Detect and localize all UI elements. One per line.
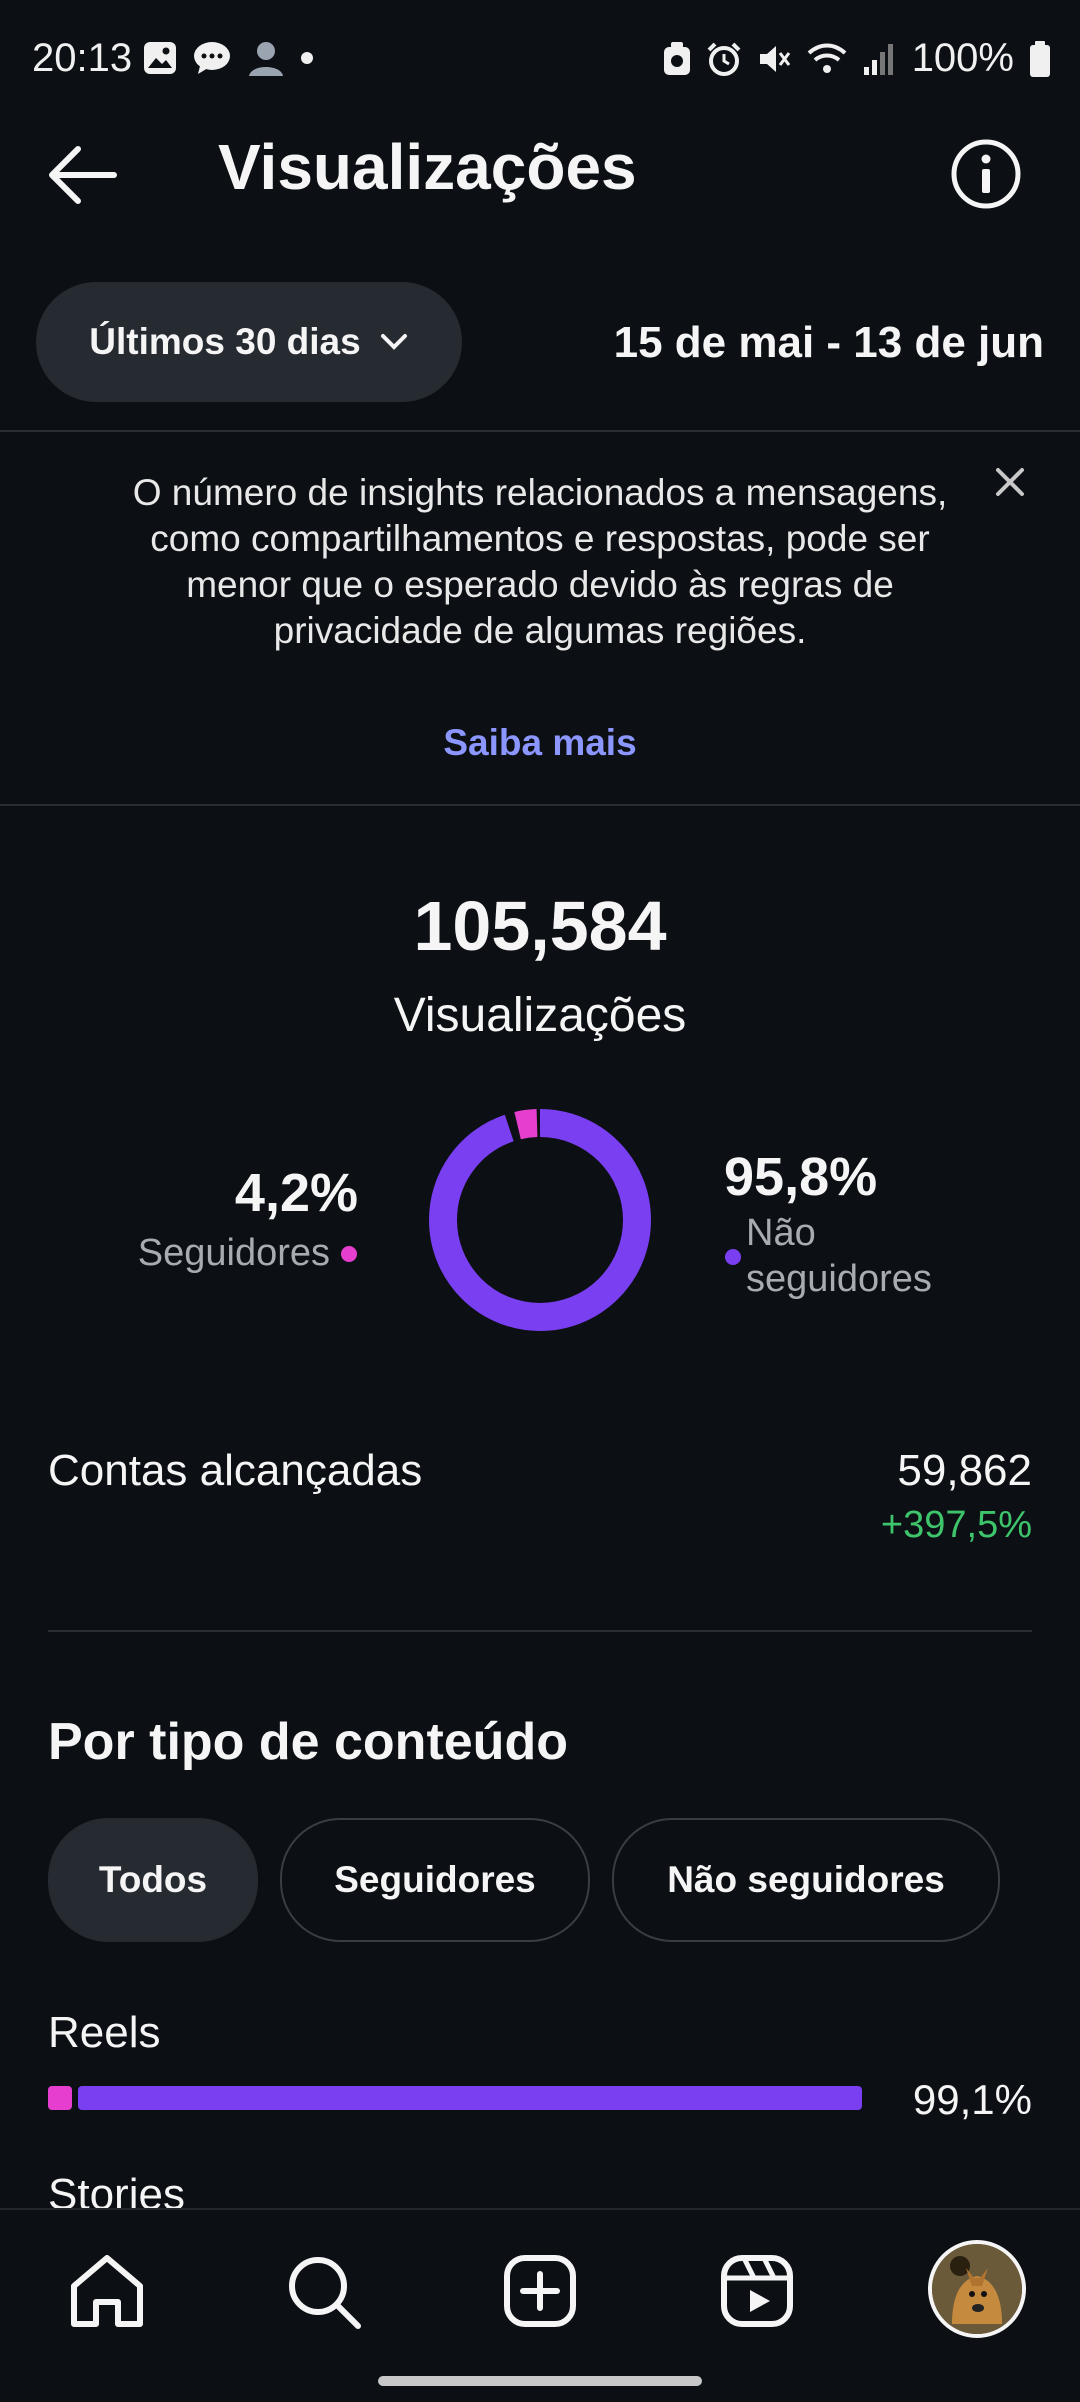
back-button[interactable] (44, 140, 124, 210)
chip-all[interactable]: Todos (48, 1818, 258, 1942)
status-time: 20:13 (32, 36, 133, 80)
reels-icon (721, 2255, 793, 2327)
signal-icon (863, 43, 893, 75)
content-type-title: Por tipo de conteúdo (48, 1713, 568, 1771)
divider (0, 430, 1080, 432)
wifi-icon (807, 43, 847, 73)
create-icon (504, 2255, 576, 2327)
nav-home[interactable] (62, 2246, 152, 2336)
learn-more-link[interactable]: Saiba mais (443, 722, 636, 763)
bottom-nav (0, 2208, 1080, 2402)
chat-notification-icon (194, 42, 230, 74)
accounts-reached-change: +397,5% (880, 1504, 1032, 1546)
back-arrow-icon (49, 146, 117, 204)
more-notifications-dot-icon (301, 52, 313, 64)
followers-breakdown: 4,2% (235, 1162, 358, 1224)
non-followers-label-line-2: seguidores (746, 1258, 932, 1300)
date-range-label: Últimos 30 dias (89, 321, 361, 362)
chip-non-followers[interactable]: Não seguidores (612, 1818, 1000, 1942)
status-right: 100% (662, 36, 1052, 81)
nav-profile[interactable] (928, 2240, 1026, 2338)
chevron-down-icon (380, 334, 407, 350)
divider (48, 1630, 1032, 1632)
battery-saver-icon (663, 41, 690, 75)
reels-label: Reels (48, 2008, 161, 2057)
reels-bar-non-followers (78, 2086, 862, 2110)
info-button[interactable] (948, 136, 1024, 212)
date-range-dropdown[interactable]: Últimos 30 dias (36, 282, 462, 402)
nav-reels[interactable] (712, 2246, 802, 2336)
non-followers-dot-icon (725, 1249, 741, 1265)
notification-icons (142, 38, 314, 78)
home-icon (71, 2255, 143, 2327)
followers-pct: 4,2% (234, 1163, 358, 1223)
followers-dot-icon (341, 1245, 357, 1262)
non-followers-label-line-1: Não (746, 1212, 816, 1254)
nav-create[interactable] (495, 2246, 585, 2336)
status-bar: 20:13 100% (0, 0, 1080, 120)
contact-notification-icon (249, 42, 283, 76)
page-title: Visualizações (218, 131, 637, 203)
accounts-reached-value: 59,862 (897, 1446, 1032, 1495)
date-range-text: 15 de mai - 13 de jun (613, 318, 1044, 367)
non-followers-label: Não seguidores (746, 1210, 932, 1302)
close-notice-button[interactable] (990, 462, 1030, 502)
nav-search[interactable] (278, 2246, 368, 2336)
privacy-notice-text: O número de insights relacionados a mens… (132, 472, 948, 651)
battery-icon (1030, 40, 1050, 77)
followers-legend: Seguidores (138, 1232, 358, 1275)
divider (0, 804, 1080, 806)
followers-label: Seguidores (137, 1232, 330, 1274)
gallery-notification-icon (144, 42, 176, 74)
chip-followers[interactable]: Seguidores (280, 1818, 590, 1942)
learn-more-link-wrap: Saiba mais (0, 722, 1080, 764)
home-indicator (378, 2376, 702, 2386)
accounts-reached-label: Contas alcançadas (48, 1446, 423, 1495)
total-views-label: Visualizações (393, 989, 687, 1042)
close-icon (996, 468, 1024, 496)
views-donut-chart (429, 1109, 651, 1331)
profile-avatar (932, 2244, 1022, 2334)
reels-bar (48, 2086, 862, 2110)
info-icon (951, 139, 1021, 209)
non-followers-arc (429, 1109, 651, 1331)
search-icon (289, 2257, 361, 2329)
non-followers-pct: 95,8% (724, 1147, 878, 1207)
total-views: 105,584 (413, 887, 667, 965)
battery-percentage: 100% (911, 36, 1014, 80)
reels-bar-followers (48, 2086, 72, 2110)
mute-icon (759, 45, 790, 72)
reels-pct: 99,1% (912, 2076, 1032, 2123)
alarm-icon (707, 42, 741, 76)
